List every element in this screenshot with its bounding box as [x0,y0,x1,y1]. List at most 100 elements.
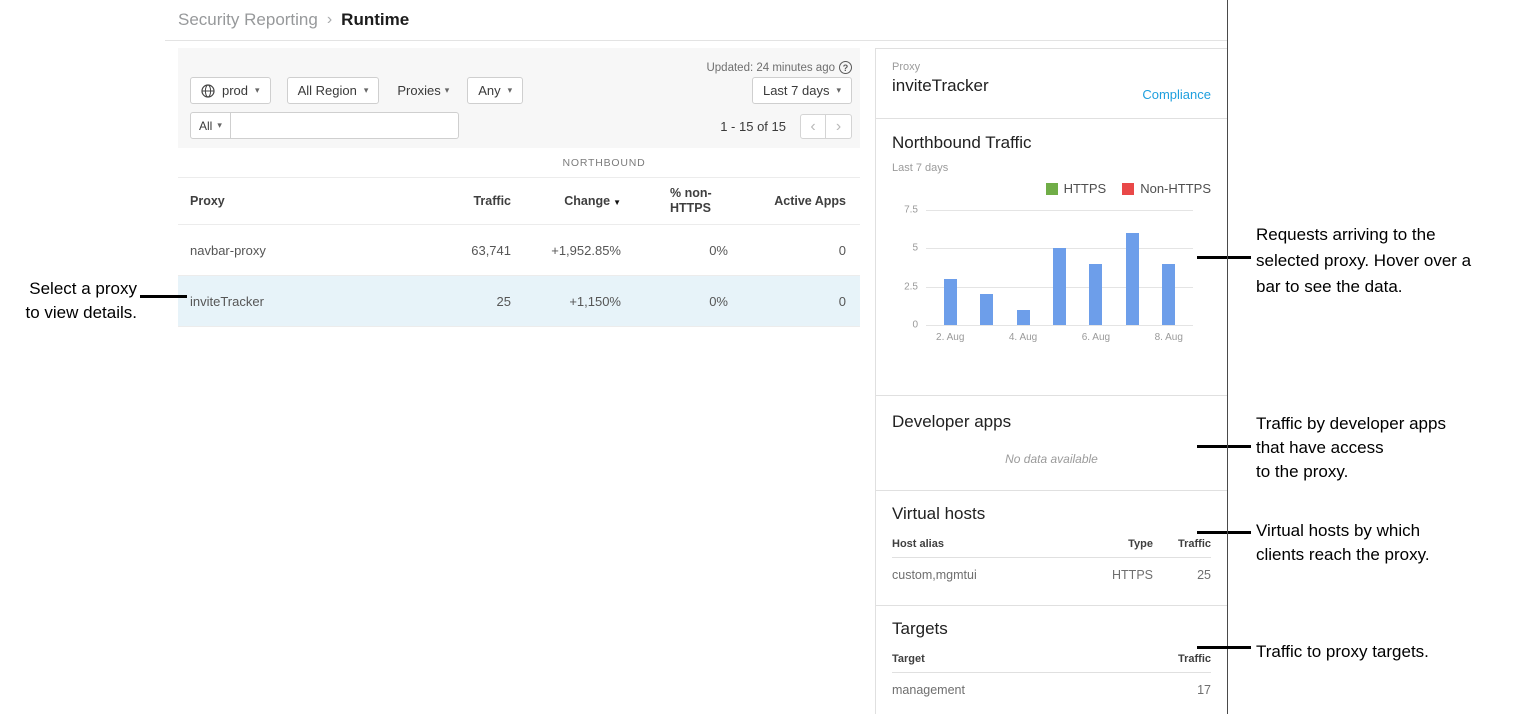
caret-down-icon: ▾ [364,85,369,96]
chart-xtick-label: 4. Aug [1005,332,1041,343]
annotation-developer-apps: Traffic by developer apps that have acce… [1256,412,1516,484]
column-header-traffic: Traffic [421,194,511,208]
non-https-swatch-icon [1122,183,1134,195]
page: { "breadcrumb": { "section": "Security R… [0,0,1516,714]
region-dropdown[interactable]: All Region ▾ [287,77,380,104]
updated-text: Updated: 24 minutes ago [706,62,835,74]
chart-title: Northbound Traffic [892,133,1211,153]
developer-apps-title: Developer apps [892,412,1211,432]
environment-dropdown[interactable]: prod ▾ [190,77,271,104]
column-header-target: Target [892,653,1153,665]
date-range-dropdown[interactable]: Last 7 days ▾ [752,77,852,104]
pagination-next-button[interactable]: › [826,114,852,139]
virtual-host-row[interactable]: custom,mgmtui HTTPS 25 [892,558,1211,592]
chart-x-axis-row: 2. Aug4. Aug6. Aug8. Aug [892,332,1211,343]
date-range-label: Last 7 days [763,83,830,98]
column-header-type: Type [1083,538,1153,550]
callout-line [1197,256,1251,259]
legend-label: Non-HTTPS [1140,181,1211,196]
updated-status: Updated: 24 minutes ago ? [706,61,852,74]
chart-x-axis-spacer [892,332,926,343]
column-header-active-apps: Active Apps [728,194,846,208]
cell-target: management [892,683,1153,697]
chart-bar-slot [1114,210,1150,325]
chart-bar[interactable] [1126,233,1139,325]
chart-ytick-label: 5 [912,243,918,254]
filter-row-search: All ▾ [190,112,459,139]
callout-line [1197,531,1251,534]
legend-item-non-https: Non-HTTPS [1122,181,1211,196]
cell-host-alias: custom,mgmtui [892,568,1083,582]
column-header-traffic: Traffic [1153,538,1211,550]
table-row-invitetracker-selected[interactable]: inviteTracker 25 +1,150% 0% 0 [178,276,860,327]
cell-type: HTTPS [1083,568,1153,582]
annotation-select-proxy: Select a proxy to view details. [6,277,137,325]
any-dropdown[interactable]: Any ▾ [467,77,523,104]
cell-traffic: 25 [421,294,511,309]
chart-xtick-label [968,332,1004,343]
cell-traffic: 25 [1153,568,1211,582]
chart-bar[interactable] [1053,248,1066,325]
chart-bar[interactable] [1162,264,1175,325]
cell-traffic: 63,741 [421,243,511,258]
compliance-link[interactable]: Compliance [1142,87,1211,102]
search-scope-label: All [199,119,212,133]
cell-change: +1,150% [511,294,621,309]
column-header-change[interactable]: Change▼ [511,194,621,208]
cell-active-apps: 0 [728,243,846,258]
callout-line [140,295,187,298]
column-header-proxy: Proxy [190,194,421,208]
search-input[interactable] [231,112,459,139]
breadcrumb-section[interactable]: Security Reporting [178,10,318,30]
chart-bar-slot [932,210,968,325]
pagination-prev-button[interactable]: ‹ [800,114,826,139]
target-row[interactable]: management 17 [892,673,1211,707]
chevron-left-icon: ‹ [810,118,815,136]
caret-down-icon: ▾ [255,85,260,96]
proxy-detail-panel: Proxy inviteTracker Compliance Northboun… [875,48,1227,714]
chart-bar[interactable] [1089,264,1102,325]
chart-bar[interactable] [1017,310,1030,325]
chart-subtitle: Last 7 days [892,162,1211,174]
callout-line [1197,646,1251,649]
chart-bar[interactable] [944,279,957,325]
chart-bar-slot [1151,210,1187,325]
breadcrumb: Security Reporting › Runtime [165,0,1227,41]
targets-title: Targets [892,619,1211,639]
chart-ytick-label: 7.5 [904,205,918,216]
chart-xtick-label: 8. Aug [1151,332,1187,343]
non-https-label: % non-HTTPS [670,186,728,216]
chart-xtick-label: 6. Aug [1078,332,1114,343]
chart-plot [926,210,1193,325]
developer-apps-section: Developer apps No data available [876,396,1227,491]
figure-border-line [1227,0,1228,714]
any-label: Any [478,83,500,98]
region-label: All Region [298,83,357,98]
cell-active-apps: 0 [728,294,846,309]
caret-down-icon: ▾ [445,85,450,96]
help-icon[interactable]: ? [839,61,852,74]
chart-bar[interactable] [980,294,993,325]
table-header-row: Proxy Traffic Change▼ % non-HTTPS Active… [178,178,860,225]
chart-xtick-label [1041,332,1077,343]
cell-non-https: 0% [621,294,728,309]
sort-desc-icon: ▼ [613,198,621,207]
annotation-targets: Traffic to proxy targets. [1256,639,1516,665]
virtual-hosts-title: Virtual hosts [892,504,1211,524]
breadcrumb-separator-icon: › [327,11,332,29]
cell-traffic: 17 [1153,683,1211,697]
page-title: Runtime [341,10,409,30]
legend-item-https: HTTPS [1046,181,1107,196]
table-group-header: NORTHBOUND [178,148,860,178]
proxies-label: Proxies [397,83,440,98]
globe-icon [201,84,215,98]
proxies-dropdown[interactable]: Proxies ▾ [395,77,451,104]
chart-xtick-label [1114,332,1150,343]
chart-ytick-label: 2.5 [904,281,918,292]
search-scope-dropdown[interactable]: All ▾ [190,112,231,139]
annotation-virtual-hosts: Virtual hosts by which clients reach the… [1256,519,1516,567]
column-header-host-alias: Host alias [892,538,1083,550]
pagination-range: 1 - 15 of 15 [720,119,786,134]
environment-label: prod [222,83,248,98]
table-row-navbar-proxy[interactable]: navbar-proxy 63,741 +1,952.85% 0% 0 [178,225,860,276]
